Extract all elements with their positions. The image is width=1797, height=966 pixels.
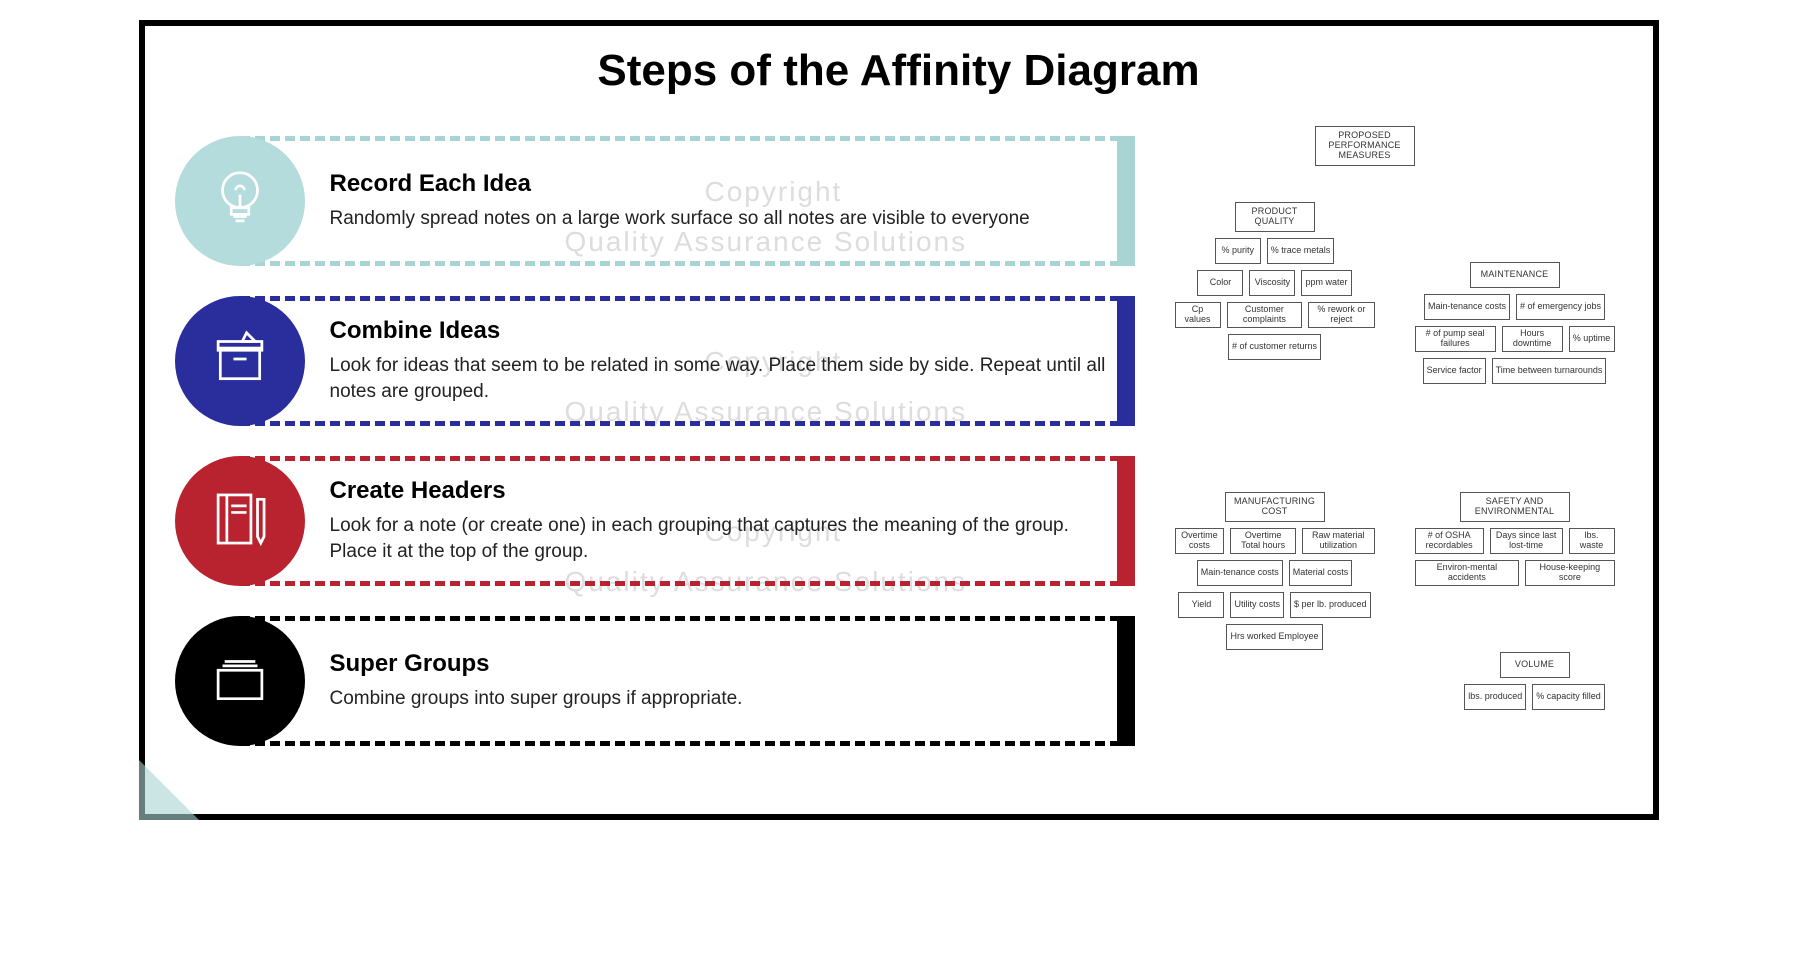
example-item: Material costs bbox=[1289, 560, 1353, 586]
step-circle bbox=[175, 456, 305, 586]
example-item: Utility costs bbox=[1230, 592, 1284, 618]
steps-list: Copyright Quality Assurance Solutions Co… bbox=[175, 126, 1135, 746]
example-header: SAFETY AND ENVIRONMENTAL bbox=[1460, 492, 1570, 522]
step-circle bbox=[175, 296, 305, 426]
step-title: Create Headers bbox=[330, 477, 1106, 505]
example-item: % rework or reject bbox=[1308, 302, 1374, 328]
example-item: % capacity filled bbox=[1532, 684, 1605, 710]
step-combine: Combine Ideas Look for ideas that seem t… bbox=[175, 296, 1135, 426]
example-item: Time between turnarounds bbox=[1492, 358, 1607, 384]
step-super: Super Groups Combine groups into super g… bbox=[175, 616, 1135, 746]
example-item: Hours downtime bbox=[1502, 326, 1563, 352]
example-item: Main-tenance costs bbox=[1197, 560, 1283, 586]
example-item: % uptime bbox=[1569, 326, 1615, 352]
example-item: lbs. produced bbox=[1464, 684, 1526, 710]
step-body: Combine Ideas Look for ideas that seem t… bbox=[240, 296, 1135, 426]
example-item: Yield bbox=[1178, 592, 1224, 618]
step-title: Super Groups bbox=[330, 650, 1106, 678]
example-item: Customer complaints bbox=[1227, 302, 1303, 328]
step-desc: Randomly spread notes on a large work su… bbox=[330, 206, 1106, 232]
example-item: # of customer returns bbox=[1228, 334, 1321, 360]
example-item: Overtime costs bbox=[1175, 528, 1225, 554]
example-item: # of OSHA recordables bbox=[1415, 528, 1484, 554]
example-item: $ per lb. produced bbox=[1290, 592, 1371, 618]
box-icon bbox=[205, 324, 275, 399]
example-item: Viscosity bbox=[1249, 270, 1295, 296]
example-item: # of emergency jobs bbox=[1516, 294, 1605, 320]
page-title: Steps of the Affinity Diagram bbox=[175, 46, 1623, 96]
example-item: % purity bbox=[1215, 238, 1261, 264]
step-title: Record Each Idea bbox=[330, 170, 1106, 198]
step-title: Combine Ideas bbox=[330, 317, 1106, 345]
folder-icon bbox=[205, 644, 275, 719]
step-body: Record Each Idea Randomly spread notes o… bbox=[240, 136, 1135, 266]
example-root: PROPOSED PERFORMANCE MEASURES bbox=[1315, 126, 1415, 166]
step-desc: Combine groups into super groups if appr… bbox=[330, 686, 1106, 712]
step-desc: Look for ideas that seem to be related i… bbox=[330, 353, 1106, 404]
example-group-quality: PRODUCT QUALITY % purity % trace metals … bbox=[1175, 196, 1375, 360]
example-item: Main-tenance costs bbox=[1424, 294, 1510, 320]
example-item: House-keeping score bbox=[1525, 560, 1614, 586]
example-group-maint: MAINTENANCE Main-tenance costs # of emer… bbox=[1415, 256, 1615, 384]
example-item: Cp values bbox=[1175, 302, 1221, 328]
example-item: ppm water bbox=[1301, 270, 1351, 296]
example-item: Raw material utilization bbox=[1302, 528, 1374, 554]
step-record: Record Each Idea Randomly spread notes o… bbox=[175, 136, 1135, 266]
example-item: # of pump seal failures bbox=[1415, 326, 1496, 352]
step-body: Super Groups Combine groups into super g… bbox=[240, 616, 1135, 746]
example-diagram: PROPOSED PERFORMANCE MEASURES PRODUCT QU… bbox=[1155, 126, 1623, 746]
example-header: MANUFACTURING COST bbox=[1225, 492, 1325, 522]
example-header: MAINTENANCE bbox=[1470, 262, 1560, 288]
example-item: Overtime Total hours bbox=[1230, 528, 1296, 554]
example-item: Color bbox=[1197, 270, 1243, 296]
example-item: % trace metals bbox=[1267, 238, 1335, 264]
step-body: Create Headers Look for a note (or creat… bbox=[240, 456, 1135, 586]
example-item: Environ-mental accidents bbox=[1415, 560, 1520, 586]
step-circle bbox=[175, 136, 305, 266]
example-item: Days since last lost-time bbox=[1490, 528, 1563, 554]
example-group-mfg: MANUFACTURING COST Overtime costs Overti… bbox=[1175, 486, 1375, 650]
example-item: Service factor bbox=[1423, 358, 1486, 384]
step-desc: Look for a note (or create one) in each … bbox=[330, 513, 1106, 564]
notebook-icon bbox=[205, 484, 275, 559]
step-headers: Create Headers Look for a note (or creat… bbox=[175, 456, 1135, 586]
example-item: lbs. waste bbox=[1569, 528, 1615, 554]
example-group-safety: SAFETY AND ENVIRONMENTAL # of OSHA recor… bbox=[1415, 486, 1615, 586]
example-group-volume: VOLUME lbs. produced % capacity filled bbox=[1455, 646, 1615, 710]
slide-frame: Steps of the Affinity Diagram Copyright … bbox=[139, 20, 1659, 820]
example-header: VOLUME bbox=[1500, 652, 1570, 678]
corner-accent bbox=[139, 760, 199, 820]
example-item: Hrs worked Employee bbox=[1226, 624, 1322, 650]
lightbulb-icon bbox=[205, 164, 275, 239]
content-row: Copyright Quality Assurance Solutions Co… bbox=[175, 126, 1623, 746]
example-header: PRODUCT QUALITY bbox=[1235, 202, 1315, 232]
step-circle bbox=[175, 616, 305, 746]
